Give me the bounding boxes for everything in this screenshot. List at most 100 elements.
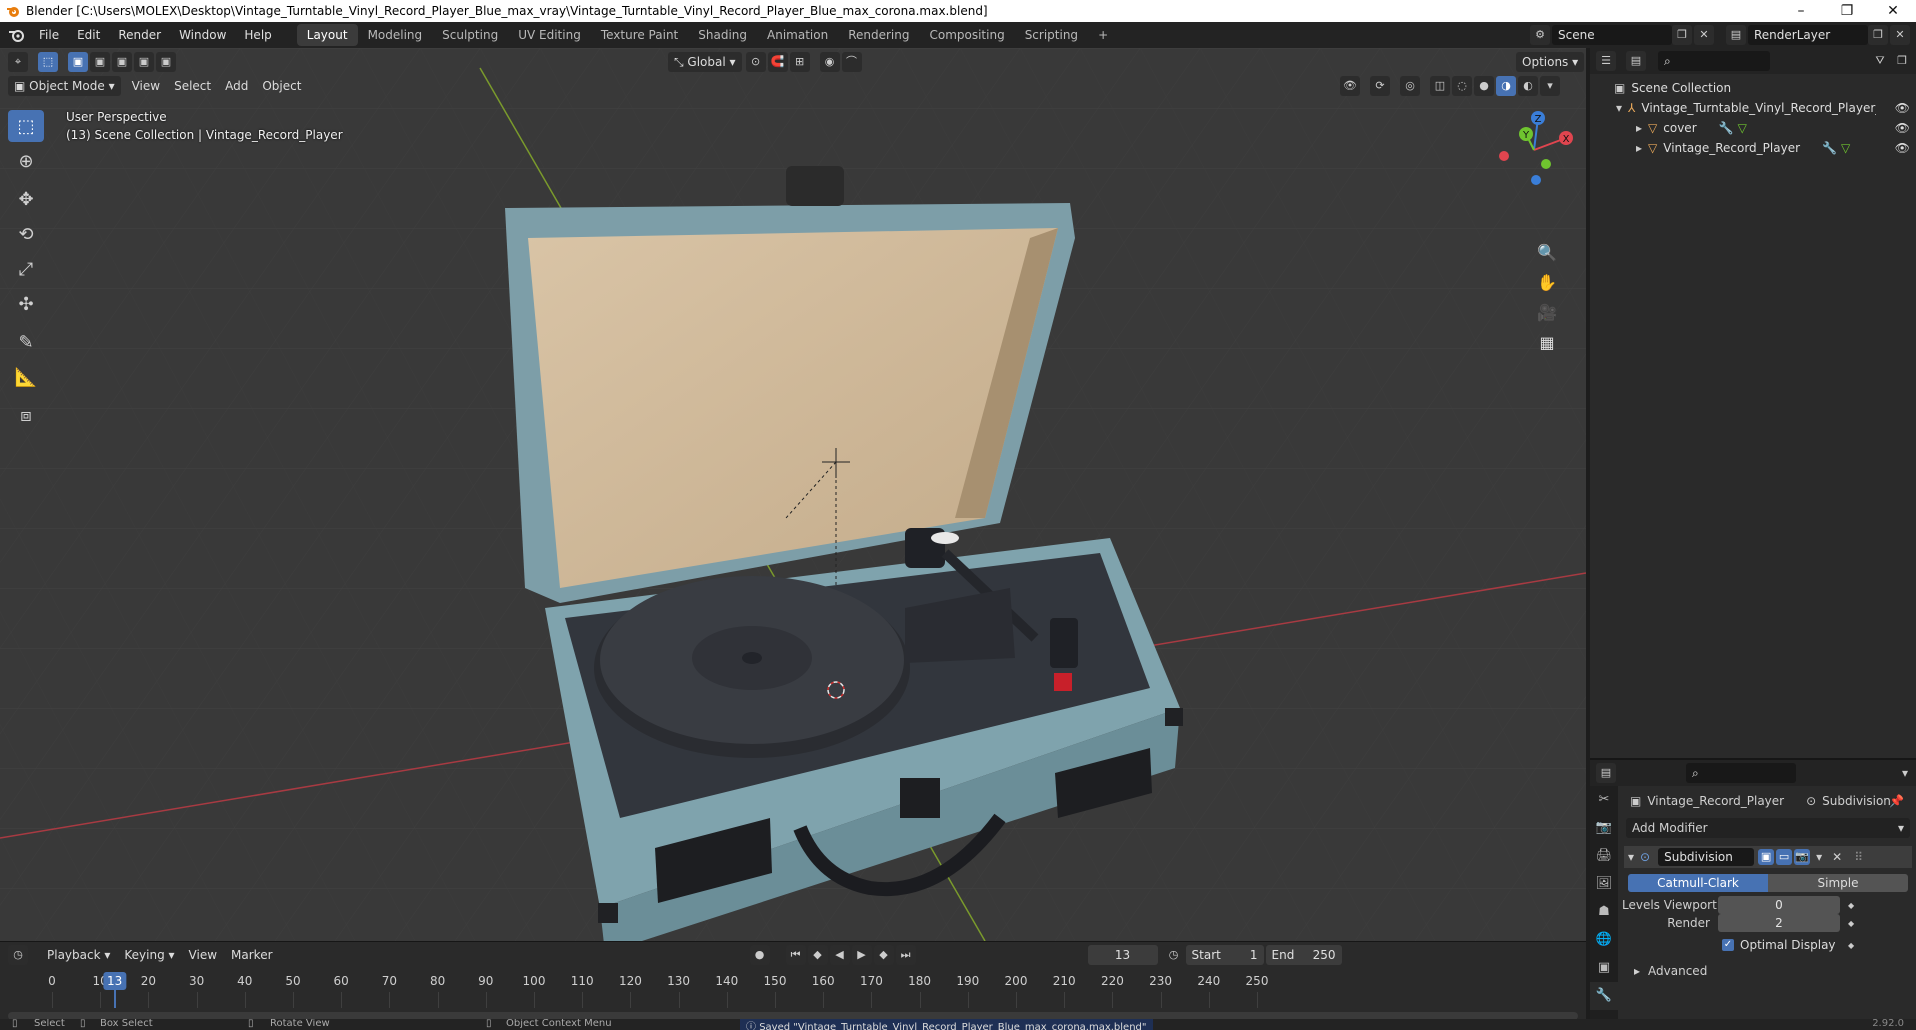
proportional-editing-icon[interactable]: ◉ (819, 52, 840, 72)
view-layer-tab-icon[interactable]: 🖼 (1590, 870, 1618, 898)
render-levels-field[interactable]: 2 (1718, 914, 1840, 932)
collapse-chevron-icon[interactable]: ▾ (1628, 850, 1634, 864)
select-intersect-icon[interactable]: ▣ (156, 52, 176, 72)
end-frame-field[interactable]: End 250 (1265, 945, 1342, 965)
jump-start-icon[interactable]: ⏮ (785, 945, 806, 965)
tool-settings-tab-icon[interactable]: ✂ (1590, 786, 1618, 814)
xray-icon[interactable]: ◫ (1430, 76, 1450, 96)
timeline-menu-view[interactable]: View (182, 948, 224, 962)
tab-modeling[interactable]: Modeling (358, 24, 433, 46)
delete-scene-icon[interactable]: ✕ (1694, 25, 1714, 45)
tab-shading[interactable]: Shading (688, 24, 757, 46)
timeline-ruler[interactable]: 0 10 20 30 40 50 60 70 80 90 100 110 120 130 140 150 160… (8, 972, 1578, 1008)
scene-selector-icon[interactable]: ⚙ (1530, 25, 1550, 45)
snap-icon[interactable]: 🧲 (767, 52, 788, 72)
tab-texture-paint[interactable]: Texture Paint (591, 24, 688, 46)
start-frame-field[interactable]: Start 1 (1185, 945, 1264, 965)
shading-options-chevron-icon[interactable]: ▾ (1540, 76, 1560, 96)
outliner-item-root-object[interactable]: ▾ ⅄ Vintage_Turntable_Vinyl_Record_Playe… (1590, 98, 1916, 118)
object-tab-icon[interactable]: ▣ (1590, 954, 1618, 982)
visibility-eye-icon[interactable]: 👁 (1895, 101, 1910, 115)
annotate-tool-icon[interactable]: ✎ (8, 326, 44, 358)
select-invert-icon[interactable]: ▣ (134, 52, 154, 72)
menu-window[interactable]: Window (170, 22, 235, 48)
measure-tool-icon[interactable]: 📐 (8, 361, 44, 393)
jump-end-icon[interactable]: ⏭ (895, 945, 916, 965)
mode-dropdown[interactable]: ▣ Object Mode ▾ (8, 76, 121, 96)
new-collection-icon[interactable]: ❐ (1892, 51, 1912, 71)
tab-uv-editing[interactable]: UV Editing (508, 24, 591, 46)
modifier-tab-icon[interactable]: 🔧 (1590, 982, 1618, 1010)
tab-layout[interactable]: Layout (296, 24, 358, 46)
expand-chevron-icon[interactable]: ▸ (1636, 121, 1642, 135)
optimal-display-checkbox[interactable]: ✓ (1722, 939, 1734, 951)
expand-chevron-icon[interactable]: ▸ (1636, 141, 1642, 155)
select-extend-icon[interactable]: ▣ (90, 52, 110, 72)
renderlayer-name-field[interactable]: RenderLayer (1748, 25, 1868, 45)
tab-rendering[interactable]: Rendering (838, 24, 919, 46)
simple-option[interactable]: Simple (1768, 874, 1908, 892)
ortho-grid-icon[interactable]: ▦ (1534, 330, 1560, 356)
viewport-menu-object[interactable]: Object (255, 79, 308, 93)
display-mode-icon[interactable]: ▤ (1626, 51, 1646, 71)
render-toggle-icon[interactable]: 📷 (1794, 849, 1811, 865)
viewport-menu-add[interactable]: Add (218, 79, 255, 93)
navigation-gizmo[interactable]: Z X Y 🔍 ✋ 🎥 ▦ (1490, 110, 1580, 352)
next-keyframe-icon[interactable]: ◆ (873, 945, 894, 965)
properties-search-field[interactable]: ⌕ (1686, 763, 1796, 783)
record-keyframe-icon[interactable]: ● (749, 945, 770, 965)
add-workspace-plus-icon[interactable]: + (1088, 24, 1118, 46)
menu-file[interactable]: File (30, 22, 68, 48)
new-renderlayer-icon[interactable]: ❐ (1868, 25, 1888, 45)
current-frame-field[interactable]: 13 (1087, 945, 1158, 965)
shading-rendered-icon[interactable]: ◐ (1518, 76, 1538, 96)
outliner-search-field[interactable]: ⌕ (1658, 51, 1770, 71)
modifier-wrench-icon[interactable]: 🔧 (1719, 121, 1734, 135)
tab-compositing[interactable]: Compositing (919, 24, 1014, 46)
scene-name-field[interactable]: Scene (1552, 25, 1672, 45)
world-tab-icon[interactable]: 🌐 (1590, 926, 1618, 954)
modifier-menu-chevron-icon[interactable]: ▾ (1816, 850, 1822, 864)
filter-icon[interactable]: ⛛ (1870, 51, 1890, 71)
select-subtract-icon[interactable]: ▣ (112, 52, 132, 72)
select-tool-mode-icon[interactable]: ⬚ (38, 52, 58, 72)
shading-solid-icon[interactable]: ● (1474, 76, 1494, 96)
render-tab-icon[interactable]: 📷 (1590, 814, 1618, 842)
keyframe-dot-icon[interactable]: ◆ (1848, 919, 1854, 928)
mesh-data-icon[interactable]: ▽ (1841, 141, 1850, 155)
catmull-clark-option[interactable]: Catmull-Clark (1628, 874, 1768, 892)
pan-hand-icon[interactable]: ✋ (1534, 270, 1560, 296)
menu-help[interactable]: Help (235, 22, 280, 48)
shading-material-icon[interactable]: ◑ (1496, 76, 1516, 96)
timeline-editor-type-icon[interactable]: ◷ (8, 945, 28, 965)
cursor-tool-icon[interactable]: ⊕ (8, 145, 44, 177)
scale-tool-icon[interactable]: ⤢ (8, 253, 44, 285)
scene-tab-icon[interactable]: ☗ (1590, 898, 1618, 926)
blender-menu-icon[interactable] (4, 24, 30, 46)
timeline-menu-marker[interactable]: Marker (224, 948, 279, 962)
edit-mode-toggle-icon[interactable]: ▣ (1758, 849, 1775, 865)
rotate-tool-icon[interactable]: ⟲ (8, 218, 44, 250)
pivot-point-icon[interactable]: ⊙ (745, 52, 766, 72)
drag-handle-icon[interactable]: ⠿ (1854, 850, 1863, 864)
new-scene-icon[interactable]: ❐ (1672, 25, 1692, 45)
outliner-item-vintage-record-player[interactable]: ▸ ▽ Vintage_Record_Player 🔧 ▽ 👁 (1590, 138, 1916, 158)
outliner-scene-collection[interactable]: ▣ Scene Collection (1590, 78, 1916, 98)
select-box-tool-icon[interactable]: ⬚ (8, 110, 44, 142)
tab-sculpting[interactable]: Sculpting (432, 24, 508, 46)
output-tab-icon[interactable]: 🖨 (1590, 842, 1618, 870)
play-icon[interactable]: ▶ (851, 945, 872, 965)
modifier-wrench-icon[interactable]: 🔧 (1822, 141, 1837, 155)
play-reverse-icon[interactable]: ◀ (829, 945, 850, 965)
visibility-eye-icon[interactable]: 👁 (1895, 121, 1910, 135)
menu-edit[interactable]: Edit (68, 22, 109, 48)
keyframe-dot-icon[interactable]: ◆ (1848, 901, 1854, 910)
keyframe-dot-icon[interactable]: ◆ (1848, 941, 1854, 950)
editor-type-icon[interactable]: ⌖ (8, 52, 28, 72)
minimize-button[interactable]: – (1778, 3, 1824, 19)
visibility-eye-icon[interactable]: 👁 (1895, 141, 1910, 155)
viewport-menu-select[interactable]: Select (167, 79, 218, 93)
timeline-menu-playback[interactable]: Playback ▾ (40, 948, 117, 962)
add-modifier-dropdown[interactable]: Add Modifier ▾ (1626, 818, 1910, 838)
zoom-icon[interactable]: 🔍 (1534, 240, 1560, 266)
